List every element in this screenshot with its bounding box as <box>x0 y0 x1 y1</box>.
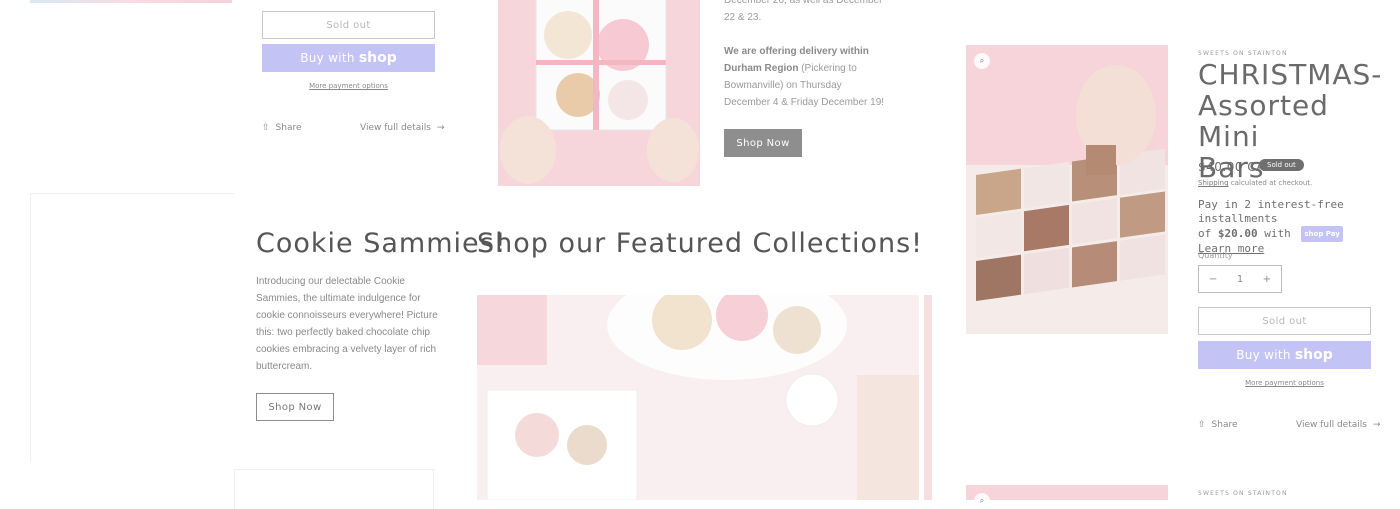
zoom-icon[interactable]: ⌕ <box>974 53 990 69</box>
card-frame <box>234 469 434 509</box>
shop-now-button[interactable]: Shop Now <box>724 129 802 157</box>
cookie-sammies-description: Introducing our delectable Cookie Sammie… <box>256 273 446 375</box>
product-title-line: Assorted Mini <box>1198 89 1329 153</box>
paragraph-line: Sammies, the ultimate indulgence for <box>256 293 421 304</box>
shop-pay-logo: shop Pay <box>1301 226 1343 242</box>
sold-out-button[interactable]: Sold out <box>1198 307 1371 335</box>
more-payment-options-link[interactable]: More payment options <box>1198 379 1371 387</box>
pay-in-amount: $20.00 <box>1217 227 1258 240</box>
buy-with-label: Buy with <box>1236 348 1291 362</box>
delivery-bold: We are offering delivery within <box>724 46 869 57</box>
mini-bars-illustration <box>966 45 1168 334</box>
share-icon: ⇧ <box>262 123 270 133</box>
cookie-box-image <box>498 0 700 186</box>
paragraph-line: this: two perfectly baked chocolate chip <box>256 327 430 338</box>
quantity-stepper: − 1 + <box>1198 265 1282 293</box>
arrow-right-icon: → <box>436 123 445 133</box>
view-full-label: View full details <box>1296 420 1367 430</box>
share-icon: ⇧ <box>1198 420 1206 430</box>
share-button[interactable]: ⇧ Share <box>1198 420 1238 430</box>
product-title-line: CHRISTMAS- <box>1198 58 1383 91</box>
shop-logo: shop <box>1294 347 1333 363</box>
delivery-line: December 20, as well as December <box>724 0 883 6</box>
cookie-sammies-shop-now-button[interactable]: Shop Now <box>256 393 334 421</box>
view-full-details-link[interactable]: View full details → <box>1296 420 1380 430</box>
delivery-line: Bowmanville) on Thursday <box>724 80 842 91</box>
cookie-box-illustration <box>498 0 700 186</box>
quantity-label: Quantity <box>1198 251 1233 260</box>
view-full-label: View full details <box>360 123 431 133</box>
paragraph-line: cookies embracing a velvety layer of ric… <box>256 344 437 355</box>
pay-in-with: with <box>1257 227 1291 240</box>
image-edge-strip <box>30 0 232 3</box>
quantity-decrease-button[interactable]: − <box>1209 274 1217 285</box>
pay-in-of: of <box>1198 227 1218 240</box>
delivery-line: 22 & 23. <box>724 12 762 23</box>
pay-in-line: Pay in 2 interest-free installments <box>1198 198 1344 225</box>
paragraph-line: cookie connoisseurs everywhere! Picture <box>256 310 438 321</box>
delivery-bold: Durham Region <box>724 63 799 74</box>
shop-logo: shop <box>358 50 397 66</box>
arrow-right-icon: → <box>1372 420 1381 430</box>
featured-collection-next-image[interactable] <box>924 295 932 500</box>
assorted-mini-bars-image <box>966 45 1168 334</box>
buy-with-shop-button[interactable]: Buy with shop <box>1198 341 1371 369</box>
delivery-line: (Pickering to <box>798 63 857 74</box>
share-button[interactable]: ⇧ Share <box>262 123 302 133</box>
featured-collections-heading: Shop our Featured Collections! <box>477 228 923 259</box>
buy-with-shop-button[interactable]: Buy with shop <box>262 44 435 72</box>
quantity-increase-button[interactable]: + <box>1263 274 1271 285</box>
card-frame <box>30 193 234 463</box>
cookie-sammies-heading: Cookie Sammies! <box>256 228 507 259</box>
zoom-icon[interactable]: ⌕ <box>974 493 990 509</box>
shop-pay-installments: Pay in 2 interest-free installments of $… <box>1198 198 1378 256</box>
shipping-link[interactable]: Shipping <box>1198 179 1229 187</box>
vendor-name: SWEETS ON STAINTON <box>1198 490 1288 497</box>
buy-with-label: Buy with <box>300 51 355 65</box>
delivery-text: December 20, as well as December 22 & 23… <box>724 0 894 111</box>
share-label: Share <box>275 123 302 133</box>
view-full-details-link[interactable]: View full details → <box>360 123 444 133</box>
next-product-image <box>966 485 1168 500</box>
vendor-name: SWEETS ON STAINTON <box>1198 50 1288 57</box>
more-payment-options-link[interactable]: More payment options <box>262 82 435 90</box>
share-label: Share <box>1211 420 1238 430</box>
featured-collection-image[interactable] <box>477 295 919 500</box>
shipping-rest: calculated at checkout. <box>1228 179 1313 187</box>
delivery-line: December 4 & Friday December 19! <box>724 97 885 108</box>
sold-out-button[interactable]: Sold out <box>262 11 435 39</box>
sold-out-badge: Sold out <box>1259 159 1304 171</box>
featured-collection-illustration <box>477 295 919 500</box>
paragraph-line: buttercream. <box>256 361 313 372</box>
quantity-input[interactable]: 1 <box>1237 274 1243 285</box>
paragraph-line: Introducing our delectable Cookie <box>256 276 405 287</box>
shipping-note: Shipping calculated at checkout. <box>1198 179 1312 187</box>
